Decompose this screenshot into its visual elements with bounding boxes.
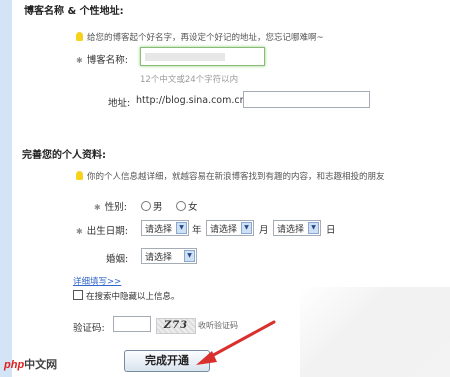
hide-info-label: 在搜索中隐藏以上信息。 [86,292,180,302]
birth-day-select[interactable]: 请选择 ▼ [273,220,321,236]
blog-name-label-text: 博客名称: [86,55,128,66]
section-title-blog-name: 博客名称 & 个性地址: [24,6,124,17]
birth-month-select[interactable]: 请选择 ▼ [206,220,254,236]
lightbulb-icon [76,32,83,41]
address-label: 地址: [108,98,131,109]
year-unit: 年 [192,225,202,236]
blog-name-hint-text: 给您的博客起个好名字，再设定个好记的地址，您忘记哪难啊~ [87,33,324,43]
gender-row: ✱ 性别: [94,199,127,213]
watermark-fade [300,287,450,377]
month-unit: 月 [259,225,269,236]
required-star-icon: ✱ [76,227,83,236]
chevron-down-icon: ▼ [184,250,195,262]
birth-month-value: 请选择 [210,225,238,235]
details-link[interactable]: 详细填写>> [73,275,121,287]
blog-name-hint: 给您的博客起个好名字，再设定个好记的地址，您忘记哪难啊~ [76,31,324,43]
birth-day-value: 请选择 [277,225,305,235]
radio-female[interactable] [176,201,186,211]
chevron-down-icon: ▼ [308,222,319,234]
address-prefix: http://blog.sina.com.cn/ [136,95,249,106]
radio-male[interactable] [141,201,151,211]
birthday-row: ✱ 出生日期: [76,223,128,237]
watermark-logo: php中文网 [4,356,57,372]
address-input[interactable] [243,91,370,108]
blog-name-note: 12个中文或24个字符以内 [140,75,239,85]
captcha-label: 验证码: [73,323,105,334]
blurred-value [145,53,225,61]
red-arrow-annotation [196,320,276,365]
day-unit: 日 [326,225,336,236]
gender-female-label: 女 [188,202,198,213]
section-title-profile: 完善您的个人资料: [22,150,106,161]
birth-year-select[interactable]: 请选择 ▼ [141,220,189,236]
chevron-down-icon: ▼ [241,222,252,234]
profile-hint: 你的个人信息越详细，就越容易在新浪博客找到有趣的内容，和志趣相投的朋友 [76,170,385,182]
gender-male-option[interactable]: 男 [141,199,163,213]
gender-female-option[interactable]: 女 [176,199,198,213]
required-star-icon: ✱ [94,203,101,212]
watermark-php: php [4,359,25,371]
chevron-down-icon: ▼ [176,222,187,234]
required-star-icon: ✱ [76,56,83,65]
birthday-label: 出生日期: [86,226,128,237]
blog-name-input[interactable] [140,47,265,66]
lightbulb-icon [76,171,83,180]
captcha-input[interactable] [113,316,151,332]
left-border-stripe [0,0,12,377]
watermark-text: 中文网 [24,359,58,371]
hide-info-checkbox[interactable] [73,290,83,300]
profile-hint-text: 你的个人信息越详细，就越容易在新浪博客找到有趣的内容，和志趣相投的朋友 [87,172,385,182]
marital-value: 请选择 [145,253,173,263]
blog-name-label: ✱ 博客名称: [76,52,128,66]
marital-select[interactable]: 请选择 ▼ [141,248,197,264]
marital-label: 婚姻: [106,254,129,265]
hide-info-option[interactable]: 在搜索中隐藏以上信息。 [73,290,180,302]
gender-label: 性别: [104,202,127,213]
birth-year-value: 请选择 [145,225,173,235]
gender-male-label: 男 [153,202,163,213]
